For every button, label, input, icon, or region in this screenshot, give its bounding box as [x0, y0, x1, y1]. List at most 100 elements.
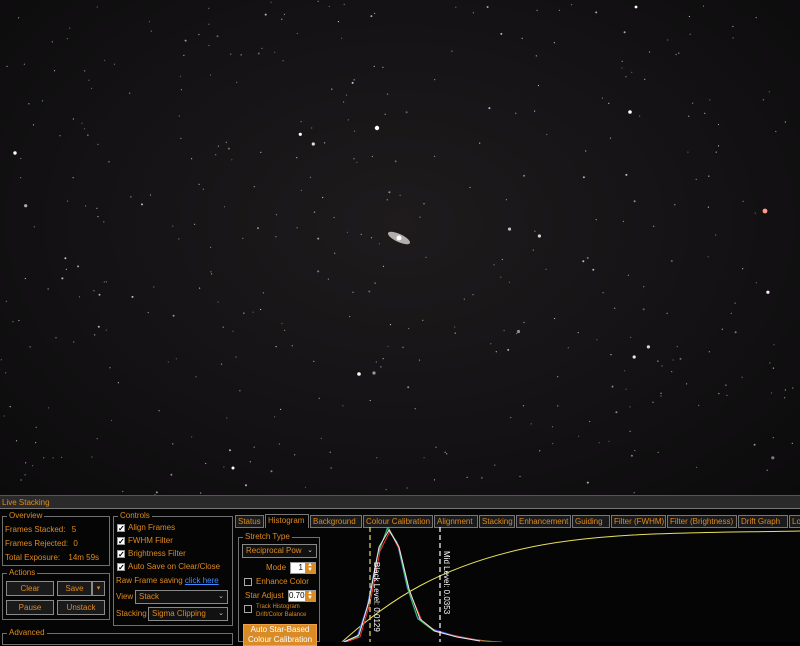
star [488, 107, 491, 110]
star [602, 292, 604, 294]
star [369, 399, 371, 402]
track-histogram-checkbox[interactable] [244, 605, 252, 613]
star [270, 470, 273, 473]
overview-group: Overview Frames Stacked: 5 Frames Reject… [2, 511, 110, 566]
spinner-arrows-icon[interactable]: ▲ ▼ [305, 562, 315, 573]
star [205, 462, 207, 465]
star [631, 71, 633, 73]
star [184, 39, 187, 42]
unstack-button[interactable]: Unstack [57, 600, 105, 615]
save-dropdown-button[interactable]: ▾ [92, 581, 105, 596]
star [707, 206, 710, 208]
star [3, 415, 5, 417]
star [96, 6, 98, 8]
mode-spinner[interactable]: 1 ▲ ▼ [290, 562, 316, 574]
star [623, 31, 626, 34]
star [280, 408, 282, 410]
star [330, 467, 332, 469]
star [586, 257, 589, 259]
raw-frame-link[interactable]: click here [185, 576, 219, 585]
star [672, 359, 674, 361]
star [419, 216, 421, 218]
star [291, 345, 293, 347]
star [105, 281, 107, 283]
star [630, 336, 632, 338]
star [589, 420, 591, 423]
stretch-type-select[interactable]: Reciprocal Pow ⌄ [242, 544, 317, 558]
advanced-group[interactable]: Advanced [2, 628, 233, 645]
star [153, 286, 155, 288]
star [386, 199, 388, 201]
star [20, 177, 22, 179]
tab-status[interactable]: Status [235, 515, 264, 528]
star [451, 50, 453, 52]
galaxy-core [396, 235, 402, 241]
stacking-select[interactable]: Sigma Clipping ⌄ [148, 607, 228, 621]
star [210, 246, 212, 248]
star [696, 466, 698, 468]
star [208, 23, 210, 25]
star [446, 453, 448, 455]
star [679, 357, 682, 360]
star-adjust-spinner[interactable]: 0.70 ▲ ▼ [288, 590, 316, 602]
fwhm-filter-checkbox[interactable]: ✓ [117, 537, 125, 546]
star [621, 67, 623, 69]
star [284, 329, 286, 331]
star [433, 479, 436, 481]
star [708, 175, 710, 177]
star [208, 44, 210, 47]
star [199, 287, 201, 289]
star [249, 461, 251, 463]
star [715, 234, 717, 236]
star [402, 346, 404, 348]
star [734, 331, 737, 334]
star [611, 385, 614, 388]
histogram-plot[interactable]: Black Level: 0.0129 Mid Level: 0.0353 [322, 527, 800, 642]
star [454, 326, 456, 328]
star [18, 17, 20, 19]
view-select-value: Stack [139, 592, 160, 601]
star [318, 397, 320, 399]
star [175, 358, 177, 360]
enhance-color-checkbox[interactable] [244, 578, 252, 586]
star [296, 32, 298, 35]
auto-star-calibration-button[interactable]: Auto Star-Based Colour Calibration [243, 624, 317, 646]
brightness-filter-checkbox[interactable]: ✓ [117, 550, 125, 559]
star [347, 119, 349, 121]
star [515, 112, 517, 114]
star [0, 359, 2, 361]
star [466, 476, 468, 478]
star [689, 33, 691, 35]
star [35, 426, 37, 428]
star [178, 238, 180, 240]
star [667, 39, 669, 41]
star [595, 11, 598, 14]
star [232, 330, 234, 332]
star [479, 142, 481, 144]
star [675, 53, 677, 56]
spinner-arrows-icon[interactable]: ▲ ▼ [305, 590, 315, 601]
pause-button[interactable]: Pause [6, 600, 54, 615]
star [578, 435, 580, 437]
save-button[interactable]: Save [57, 581, 92, 596]
star [629, 406, 631, 408]
star [222, 326, 224, 328]
star [81, 122, 83, 124]
tab-histogram[interactable]: Histogram [265, 514, 309, 528]
mid-level-label: Mid Level: 0.0353 [442, 551, 451, 615]
star [552, 443, 554, 445]
star [530, 423, 532, 425]
star [582, 260, 585, 263]
star [773, 344, 775, 346]
auto-star-line1: Auto Star-Based [250, 625, 310, 634]
star [85, 205, 87, 207]
star [408, 327, 410, 330]
clear-button[interactable]: Clear [6, 581, 54, 596]
view-select[interactable]: Stack ⌄ [135, 590, 228, 604]
star [608, 440, 610, 442]
auto-save-checkbox[interactable]: ✓ [117, 563, 125, 572]
star [582, 176, 585, 179]
star [215, 154, 217, 156]
align-frames-checkbox[interactable]: ✓ [117, 524, 125, 533]
star [708, 351, 710, 353]
